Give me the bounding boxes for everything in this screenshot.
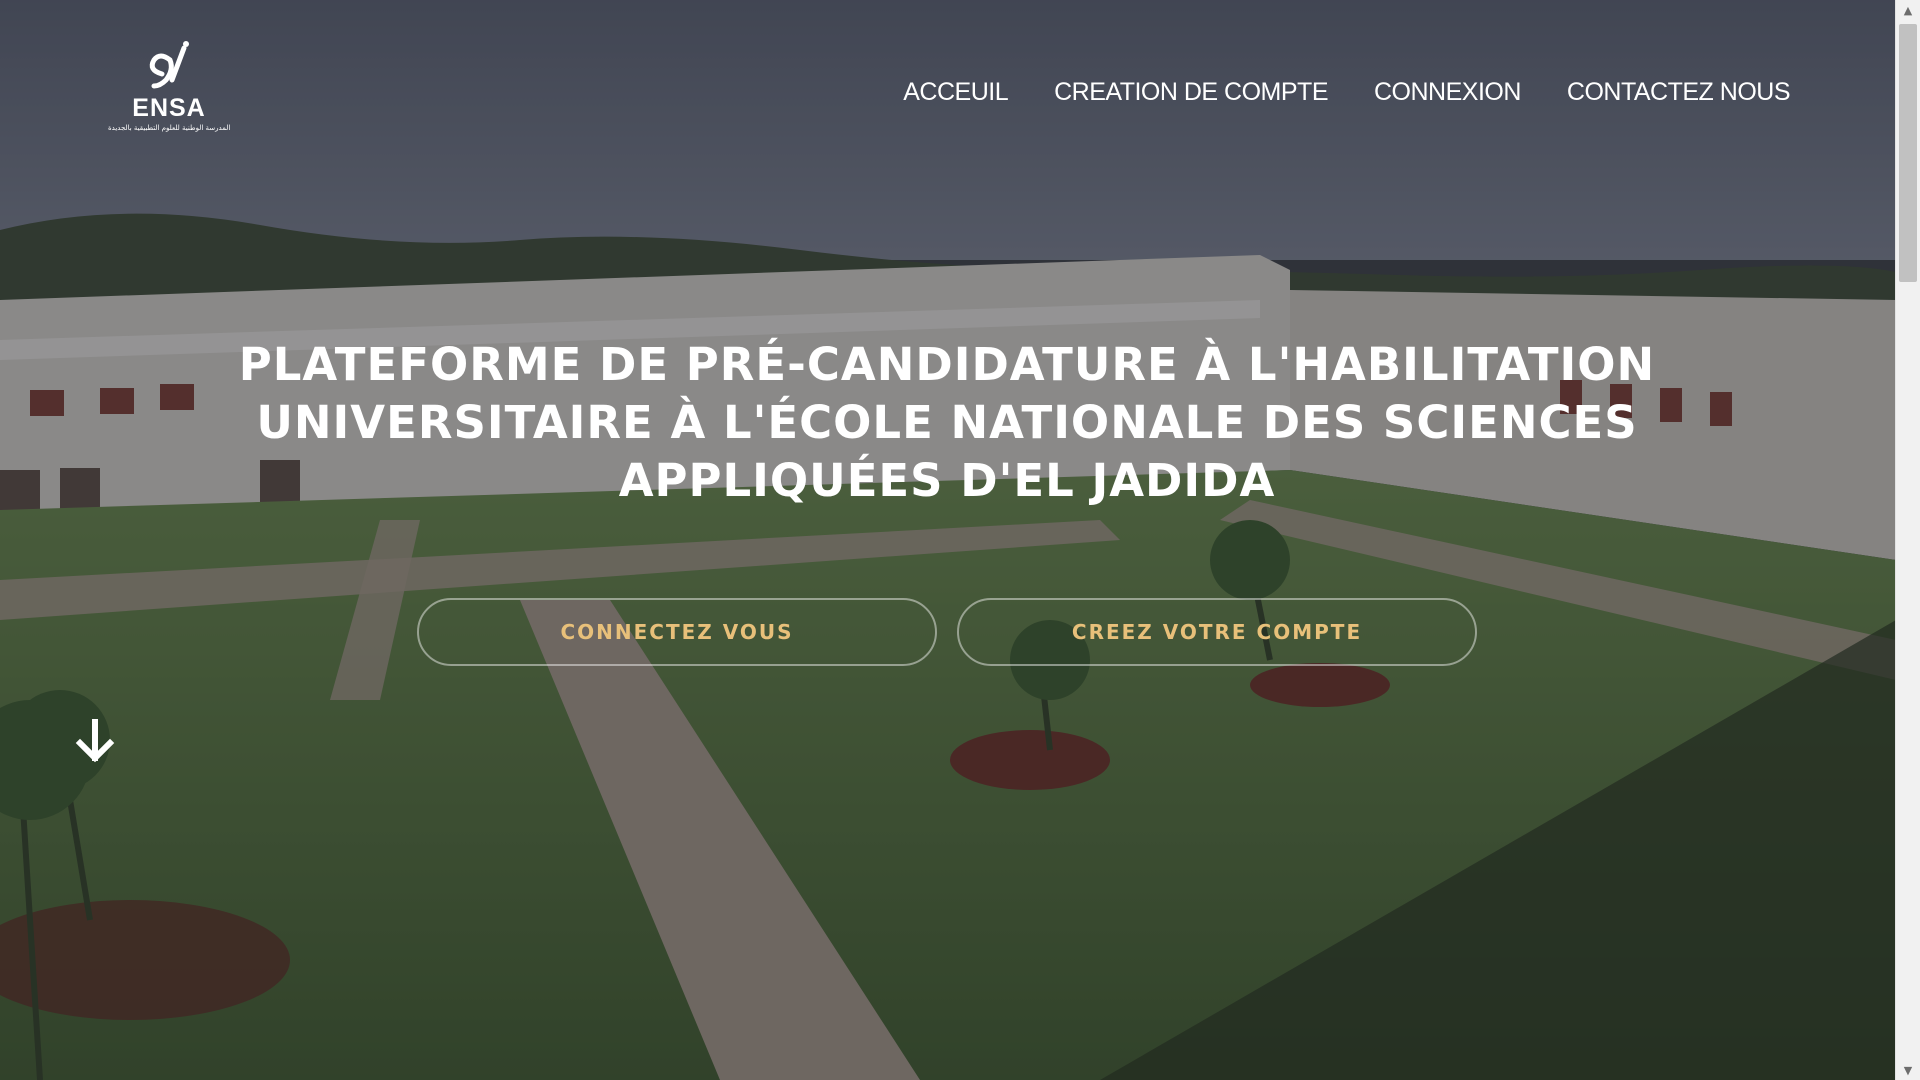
page: ENSA المدرسة الوطنية للعلوم التطبيقية با… [0,0,1920,1080]
logo-mark-icon [149,41,189,89]
nav-item-contactez-nous[interactable]: CONTACTEZ NOUS [1567,78,1791,107]
ensa-logo[interactable]: ENSA المدرسة الوطنية للعلوم التطبيقية با… [104,40,234,140]
logo-subtitle: المدرسة الوطنية للعلوم التطبيقية بالجديد… [108,124,230,132]
scrollbar-thumb[interactable] [1899,24,1917,282]
nav-item-creation-de-compte[interactable]: CREATION DE COMPTE [1054,78,1328,107]
creez-votre-compte-button[interactable]: CREEZ VOTRE COMPTE [957,598,1477,666]
vertical-scrollbar[interactable]: ▲ ▼ [1895,0,1920,1080]
scroll-down-icon[interactable]: ▼ [1896,1060,1920,1080]
hero-title: PLATEFORME DE PRÉ-CANDIDATURE À L'HABILI… [238,338,1656,507]
main-nav: ACCEUIL CREATION DE COMPTE CONNEXION CON… [903,78,1790,107]
background-overlay [0,0,1896,1080]
logo-name: ENSA [132,94,206,122]
nav-item-acceuil[interactable]: ACCEUIL [903,78,1008,107]
scroll-up-icon[interactable]: ▲ [1896,0,1920,20]
connectez-vous-button[interactable]: CONNECTEZ VOUS [417,598,937,666]
nav-item-connexion[interactable]: CONNEXION [1374,78,1521,107]
arrow-down-icon[interactable] [74,718,116,764]
